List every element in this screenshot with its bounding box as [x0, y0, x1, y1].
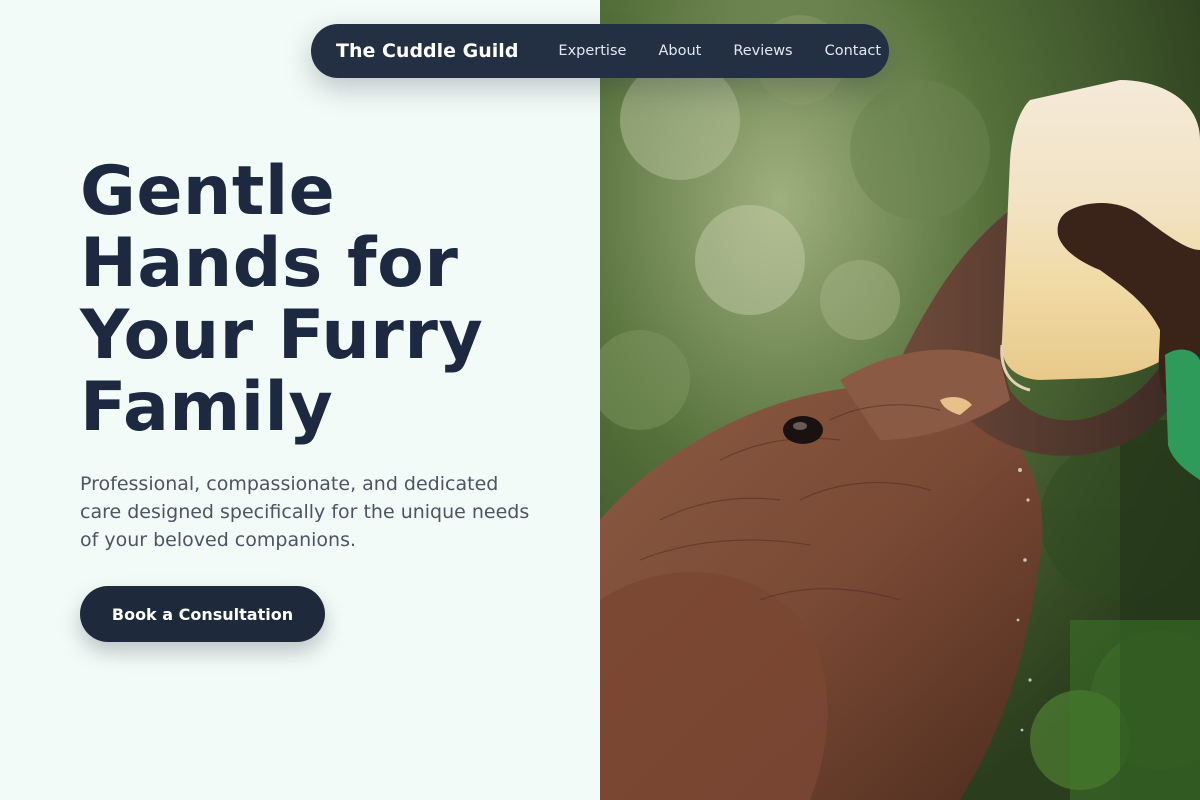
headline-line: Gentle [80, 152, 336, 231]
headline-line: Hands for [80, 224, 459, 303]
hero-headline: Gentle Hands for Your Furry Family [80, 156, 550, 444]
headline-line: Your Furry [80, 296, 484, 375]
elephant-photo [600, 0, 1200, 800]
book-consultation-button[interactable]: Book a Consultation [80, 586, 325, 642]
nav-link-reviews[interactable]: Reviews [733, 43, 792, 59]
hero-image-elephant [600, 0, 1200, 800]
top-navbar: The Cuddle Guild Expertise About Reviews… [311, 24, 889, 78]
nav-links: Expertise About Reviews Contact [558, 43, 881, 59]
hero-subtext: Professional, compassionate, and dedicat… [80, 473, 530, 551]
nav-link-expertise[interactable]: Expertise [558, 43, 626, 59]
headline-line: Family [80, 368, 334, 447]
nav-link-contact[interactable]: Contact [825, 43, 881, 59]
brand-logo[interactable]: The Cuddle Guild [336, 40, 518, 62]
nav-link-about[interactable]: About [658, 43, 701, 59]
